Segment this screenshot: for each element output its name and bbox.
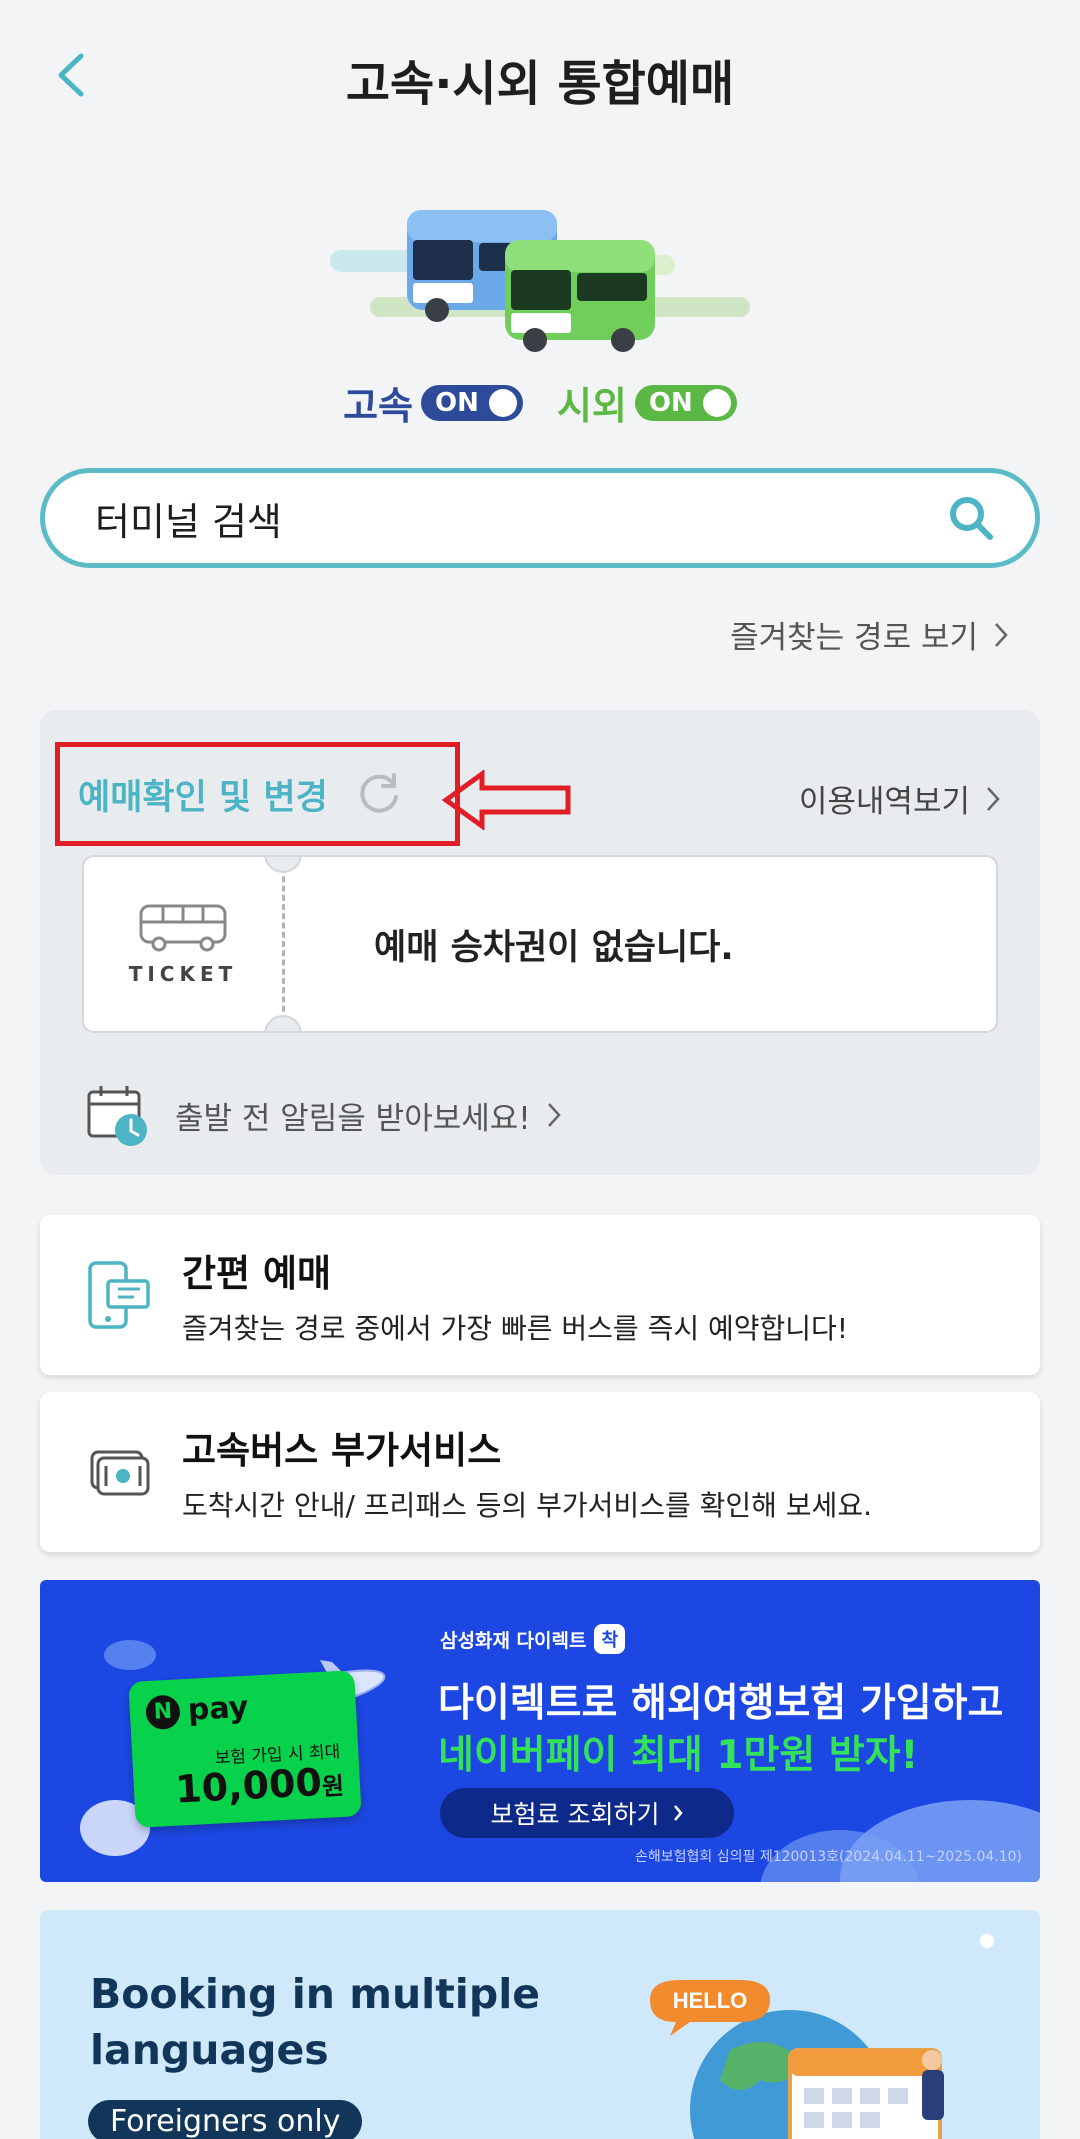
chevron-right-icon [995, 622, 1008, 647]
pass-ticket-icon [90, 1450, 150, 1496]
multilanguage-banner[interactable]: Booking in multiple languages Foreigners… [40, 1910, 1040, 2139]
bus-type-toggles: 고속 ON 시외 ON [0, 375, 1080, 430]
hello-bubble-text: HELLO [673, 1988, 748, 2013]
alarm-text: 출발 전 알림을 받아보세요! [175, 1093, 561, 1138]
ticket-panel: 예매확인 및 변경 이용내역보기 TICKET 예매 승차권이 없습니다. 출발… [40, 710, 1040, 1175]
npay-card: N pay 보험 가입 시 최대 10,000원 [128, 1670, 362, 1828]
favorite-routes-link[interactable]: 즐겨찾는 경로 보기 [730, 612, 1008, 657]
insurance-quote-button[interactable]: 보험료 조회하기 [440, 1788, 734, 1838]
search-placeholder: 터미널 검색 [95, 499, 282, 544]
usage-history-label: 이용내역보기 [798, 784, 970, 820]
quick-booking-title: 간편 예매 [182, 1252, 332, 1295]
page-title: 고속·시외 통합예매 [345, 56, 735, 112]
globe-calendar-illustration: HELLO [650, 1980, 944, 2139]
ad-brand-name: 삼성화재 다이렉트 [440, 1629, 587, 1652]
ticket-stub: TICKET [84, 857, 282, 1031]
ticket-perforation [282, 867, 285, 1021]
addon-services-desc: 도착시간 안내/ 프리패스 등의 부가서비스를 확인해 보세요. [182, 1489, 872, 1522]
ad-legal-note: 손해보험협회 심의필 제120013호(2024.04.11~2025.04.1… [635, 1849, 1022, 1865]
addon-services-card[interactable]: 고속버스 부가서비스 도착시간 안내/ 프리패스 등의 부가서비스를 확인해 보… [40, 1392, 1040, 1552]
quick-booking-card[interactable]: 간편 예매 즐겨찾는 경로 중에서 가장 빠른 버스를 즉시 예약합니다! [40, 1215, 1040, 1375]
bus-illustration [330, 210, 750, 352]
alarm-label: 출발 전 알림을 받아보세요! [175, 1100, 531, 1137]
intercity-label: 시외 [557, 384, 627, 428]
favorite-routes-label: 즐겨찾는 경로 보기 [730, 620, 978, 656]
chevron-right-icon [674, 1805, 684, 1821]
quick-booking-desc: 즐겨찾는 경로 중에서 가장 빠른 버스를 즉시 예약합니다! [182, 1312, 849, 1345]
chevron-right-icon [987, 786, 1000, 811]
foreigners-only-badge: Foreigners only [88, 2100, 363, 2139]
switch-knob [489, 388, 517, 417]
npay-amount-value: 10,000 [174, 1760, 323, 1812]
reservation-confirm-label: 예매확인 및 변경 [78, 777, 328, 818]
npay-word: pay [186, 1689, 250, 1728]
refresh-icon[interactable] [356, 771, 402, 817]
addon-services-title: 고속버스 부가서비스 [182, 1429, 502, 1472]
intercity-switch-state: ON [648, 387, 693, 418]
addon-services-text: 고속버스 부가서비스 도착시간 안내/ 프리패스 등의 부가서비스를 확인해 보… [182, 1420, 872, 1524]
ad-title-line1: 다이렉트로 해외여행보험 가입하고 [438, 1681, 1004, 1726]
intercity-toggle-group: 시외 ON [557, 375, 737, 430]
departure-alarm-link[interactable]: 출발 전 알림을 받아보세요! [85, 1082, 561, 1148]
multilanguage-title: Booking in multiple languages [90, 1970, 541, 2074]
mobile-ticket-icon [88, 1261, 150, 1329]
express-toggle-group: 고속 ON [343, 375, 523, 430]
intercity-switch[interactable]: ON [634, 384, 737, 421]
carousel-indicator [980, 1934, 994, 1948]
express-label: 고속 [343, 384, 413, 428]
red-arrow-annotation [442, 770, 571, 830]
search-icon[interactable] [947, 494, 995, 542]
ad-brand: 삼성화재 다이렉트 착 [440, 1624, 626, 1654]
terminal-search-input[interactable]: 터미널 검색 [40, 468, 1040, 568]
npay-amount: 10,000원 [174, 1759, 345, 1812]
bus-ticket-icon [139, 904, 227, 952]
npay-logo: N pay [145, 1690, 249, 1730]
header: 고속·시외 통합예매 [0, 0, 1080, 150]
empty-ticket-message: 예매 승차권이 없습니다. [374, 927, 734, 968]
quick-booking-text: 간편 예매 즐겨찾는 경로 중에서 가장 빠른 버스를 즉시 예약합니다! [182, 1243, 848, 1347]
switch-knob [702, 388, 731, 417]
cloud-decoration [104, 1640, 156, 1670]
express-switch[interactable]: ON [421, 384, 523, 421]
ad-title-line2: 네이버페이 최대 1만원 받자! [438, 1733, 919, 1778]
insurance-quote-label: 보험료 조회하기 [490, 1800, 660, 1829]
usage-history-link[interactable]: 이용내역보기 [799, 776, 1000, 821]
calendar-clock-icon [87, 1086, 147, 1146]
reservation-confirm-button[interactable]: 예매확인 및 변경 [55, 742, 460, 846]
chevron-right-icon [547, 1103, 561, 1127]
insurance-ad-banner[interactable]: N pay 보험 가입 시 최대 10,000원 삼성화재 다이렉트 착 다이렉… [40, 1580, 1040, 1882]
express-switch-state: ON [435, 387, 479, 418]
npay-amount-unit: 원 [321, 1771, 345, 1802]
ticket-word: TICKET [128, 962, 238, 986]
npay-n-icon: N [145, 1693, 181, 1730]
ad-brand-badge: 착 [594, 1624, 626, 1654]
ticket-card: TICKET 예매 승차권이 없습니다. [82, 855, 998, 1033]
